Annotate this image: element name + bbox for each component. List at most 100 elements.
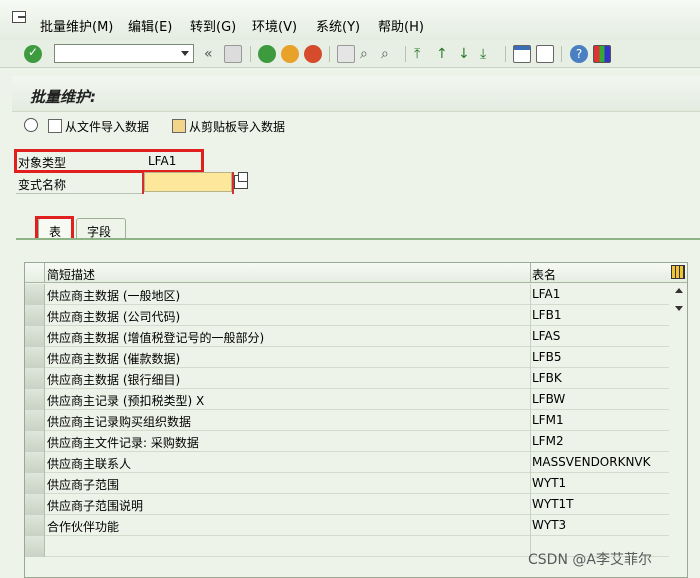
menu-edit[interactable]: 编辑(E) [128, 16, 172, 35]
cancel-icon[interactable] [304, 45, 322, 63]
row-table-name: LFBK [532, 371, 562, 385]
menu-batch-maintain[interactable]: 批量维护(M) [40, 16, 113, 35]
file-import-icon [48, 119, 62, 133]
table-row[interactable]: 合作伙伴功能 WYT3 [25, 515, 669, 536]
row-selector[interactable] [25, 452, 45, 473]
import-clipboard-button[interactable]: 从剪贴板导入数据 [172, 118, 285, 136]
nav-back-icon[interactable] [258, 45, 276, 63]
column-divider [530, 326, 531, 347]
tab-table[interactable]: 表 [38, 218, 74, 240]
import-file-label: 从文件导入数据 [65, 120, 150, 134]
row-description: 供应商主数据 (公司代码) [47, 310, 181, 324]
object-type-value: LFA1 [148, 154, 177, 168]
row-description: 供应商子范围 [47, 478, 120, 492]
toolbar-separator [405, 46, 406, 62]
row-selector[interactable] [25, 536, 45, 557]
table-row[interactable]: 供应商主数据 (公司代码) LFB1 [25, 305, 669, 326]
table-row[interactable]: 供应商主数据 (一般地区) LFA1 [25, 284, 669, 305]
table-row[interactable]: 供应商子范围说明 WYT1T [25, 494, 669, 515]
execute-button[interactable] [24, 118, 41, 136]
menu-bar: 批量维护(M) 编辑(E) 转到(G) 环境(V) 系统(Y) 帮助(H) [0, 0, 700, 40]
row-description: 合作伙伴功能 [47, 520, 120, 534]
tab-fields[interactable]: 字段 [76, 218, 126, 240]
column-divider [530, 410, 531, 431]
column-divider [530, 284, 531, 305]
row-selector[interactable] [25, 515, 45, 536]
table-row[interactable]: 供应商主记录 (预扣税类型) X LFBW [25, 389, 669, 410]
row-selector[interactable] [25, 389, 45, 410]
row-table-name: WYT3 [532, 518, 567, 532]
row-selector[interactable] [25, 284, 45, 305]
row-selector[interactable] [25, 473, 45, 494]
row-selector[interactable] [25, 368, 45, 389]
scroll-down-icon[interactable] [675, 306, 683, 311]
menu-environment[interactable]: 环境(V) [252, 16, 297, 35]
scroll-up-icon[interactable] [675, 288, 683, 293]
table-row[interactable]: 供应商主数据 (银行细目) LFBK [25, 368, 669, 389]
table-row[interactable]: 供应商主数据 (催款数据) LFB5 [25, 347, 669, 368]
column-divider [530, 431, 531, 452]
next-page-icon[interactable]: ↓ [458, 45, 470, 63]
command-field[interactable] [54, 44, 194, 63]
print-icon[interactable] [337, 45, 355, 63]
menu-goto[interactable]: 转到(G) [190, 16, 236, 35]
column-divider [530, 305, 531, 326]
first-page-icon[interactable]: ⤒ [414, 45, 420, 63]
row-table-name: LFB5 [532, 350, 562, 364]
select-all-button[interactable] [25, 263, 45, 283]
row-selector[interactable] [25, 305, 45, 326]
table-row[interactable]: 供应商主数据 (增值税登记号的一般部分) LFAS [25, 326, 669, 347]
back-icon[interactable]: « [204, 45, 213, 63]
column-divider [530, 494, 531, 515]
row-table-name: LFA1 [532, 287, 561, 301]
row-selector[interactable] [25, 326, 45, 347]
variant-label: 变式名称 [18, 178, 67, 192]
row-description: 供应商主文件记录: 采购数据 [47, 436, 199, 450]
find-next-icon[interactable]: ⌕ [381, 45, 389, 63]
row-table-name: WYT1 [532, 476, 567, 490]
menu-help[interactable]: 帮助(H) [378, 16, 424, 35]
variant-input[interactable] [144, 172, 232, 192]
find-icon[interactable]: ⌕ [360, 45, 368, 63]
table-settings-icon[interactable] [671, 265, 685, 279]
object-type-label: 对象类型 [18, 156, 67, 170]
vertical-scrollbar[interactable] [671, 284, 687, 577]
new-session-icon[interactable] [513, 45, 531, 63]
row-selector[interactable] [25, 431, 45, 452]
row-table-name: LFAS [532, 329, 561, 343]
row-selector[interactable] [25, 347, 45, 368]
table-row[interactable]: 供应商主文件记录: 采购数据 LFM2 [25, 431, 669, 452]
exit-icon[interactable] [281, 45, 299, 63]
check-icon[interactable] [24, 45, 42, 63]
layout-icon[interactable] [593, 45, 611, 63]
chevron-down-icon[interactable] [181, 51, 189, 56]
row-selector[interactable] [25, 410, 45, 431]
table-row[interactable]: 供应商主联系人 MASSVENDORKNVK [25, 452, 669, 473]
column-divider [530, 263, 531, 283]
help-icon[interactable]: ? [570, 45, 588, 63]
import-file-button[interactable]: 从文件导入数据 [48, 118, 149, 136]
toolbar-separator [329, 46, 330, 62]
value-help-icon[interactable] [234, 172, 248, 189]
row-table-name: MASSVENDORKNVK [532, 455, 651, 469]
table-row[interactable]: 供应商主记录购买组织数据 LFM1 [25, 410, 669, 431]
prev-page-icon[interactable]: ↑ [436, 45, 448, 63]
system-menu-icon[interactable] [12, 11, 26, 23]
import-clipboard-label: 从剪贴板导入数据 [189, 120, 286, 134]
shortcut-icon[interactable] [536, 45, 554, 63]
save-icon[interactable] [224, 45, 242, 63]
column-header-description[interactable]: 简短描述 [47, 266, 95, 283]
clipboard-import-icon [172, 119, 186, 133]
row-selector[interactable] [25, 494, 45, 515]
toolbar-separator [561, 46, 562, 62]
column-header-table-name[interactable]: 表名 [532, 266, 556, 283]
last-page-icon[interactable]: ⤓ [480, 45, 486, 63]
standard-toolbar: « ⌕ ⌕ ⤒ ↑ ↓ ⤓ ? [0, 40, 700, 68]
application-toolbar: 从文件导入数据 从剪贴板导入数据 [12, 112, 700, 140]
toolbar-separator [250, 46, 251, 62]
table-row[interactable]: 供应商子范围 WYT1 [25, 473, 669, 494]
menu-system[interactable]: 系统(Y) [316, 16, 360, 35]
toolbar-separator [505, 46, 506, 62]
tab-table-label: 表 [49, 225, 62, 239]
column-divider [530, 515, 531, 536]
